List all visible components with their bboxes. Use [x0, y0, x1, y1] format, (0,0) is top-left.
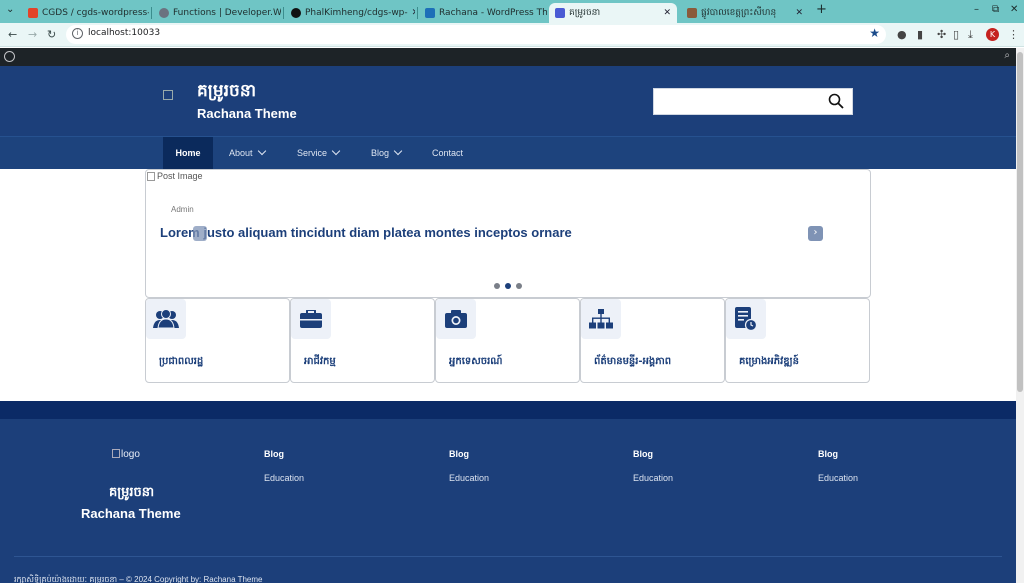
main-navigation [0, 136, 1016, 169]
users-icon [146, 299, 186, 339]
slider-next-button[interactable]: › [808, 226, 823, 241]
wordpress-logo-icon[interactable] [4, 51, 15, 62]
service-card-label: ព័ត៌មានមន្ទីរ-អង្គភាព [594, 356, 672, 367]
broken-image-icon [112, 449, 120, 458]
browser-tab-6[interactable]: ផ្លូវបាលខេត្តព្រះសីហនុ ✕ [681, 3, 809, 23]
browser-tab-2[interactable]: Functions | Developer.W ✕ [153, 3, 281, 23]
service-card-label: គម្រោងអភិវឌ្ឍន៍ [739, 356, 799, 367]
chevron-right-icon: › [813, 227, 818, 238]
close-window-icon[interactable]: ✕ [1010, 4, 1018, 15]
footer-column-title: Blog [264, 449, 284, 459]
chevron-down-icon [331, 146, 341, 156]
nav-item-home[interactable]: Home [163, 137, 213, 169]
nav-item-service[interactable]: Service [297, 137, 341, 169]
gitlab-icon [28, 8, 38, 18]
service-card-business[interactable]: អាជីវកម្ម [290, 298, 435, 383]
footer-link-education[interactable]: Education [449, 473, 489, 483]
nav-item-blog[interactable]: Blog [371, 137, 403, 169]
site-favicon-icon [687, 8, 697, 18]
broken-image-icon [147, 171, 155, 181]
extensions-puzzle-icon[interactable]: ✣ [937, 28, 946, 41]
browser-tab-1[interactable]: CGDS / cgds-wordpress- ✕ [22, 3, 149, 23]
footer-link-education[interactable]: Education [818, 473, 858, 483]
site-title-khmer[interactable]: គម្រូរចនា [197, 80, 256, 105]
service-card-citizens[interactable]: ប្រជាពលរដ្ឋ [145, 298, 290, 383]
service-card-projects[interactable]: គម្រោងអភិវឌ្ឍន៍ [725, 298, 870, 383]
footer-logo-broken-image[interactable]: logo [112, 449, 140, 460]
address-bar[interactable]: i localhost:10033 ★ [66, 25, 886, 44]
minimize-icon[interactable]: – [974, 4, 979, 15]
back-icon[interactable]: ← [8, 28, 17, 41]
footer-top-bar [0, 401, 1016, 419]
close-tab-icon[interactable]: ✕ [795, 8, 803, 18]
footer-column-title: Blog [818, 449, 838, 459]
wordpress-icon [159, 8, 169, 18]
footer-column-title: Blog [633, 449, 653, 459]
close-tab-icon[interactable]: ✕ [412, 8, 415, 18]
site-header [0, 66, 1016, 136]
briefcase-icon [291, 299, 331, 339]
forward-icon[interactable]: → [28, 28, 37, 41]
nav-item-contact[interactable]: Contact [432, 137, 463, 169]
sitemap-icon [581, 299, 621, 339]
url-text: localhost:10033 [88, 28, 161, 38]
sidebar-icon[interactable]: ▯ [953, 28, 959, 41]
browser-tab-5-active[interactable]: គម្រូរចនា ✕ [549, 3, 677, 23]
nav-item-about[interactable]: About [229, 137, 266, 169]
footer-link-education[interactable]: Education [264, 473, 304, 483]
footer-site-name: Rachana Theme [81, 506, 181, 521]
new-tab-icon[interactable]: + [816, 2, 827, 17]
slider-prev-button[interactable] [193, 226, 207, 241]
tab-search-icon[interactable]: ⌄ [6, 4, 14, 15]
camera-icon [436, 299, 476, 339]
scrollbar-thumb[interactable] [1017, 52, 1023, 392]
site-name[interactable]: Rachana Theme [197, 106, 297, 121]
chevron-down-icon [257, 146, 266, 156]
search-icon[interactable] [828, 93, 844, 109]
close-tab-icon[interactable]: ✕ [663, 8, 671, 18]
page-scrollbar[interactable] [1016, 48, 1024, 583]
post-title[interactable]: Lorem justo aliquam tincidunt diam plate… [160, 225, 572, 240]
browser-tab-4[interactable]: Rachana - WordPress Th ✕ [419, 3, 547, 23]
post-image-broken[interactable]: Post Image [147, 171, 203, 181]
footer-link-education[interactable]: Education [633, 473, 673, 483]
browser-menu-icon[interactable]: ⋮ [1008, 28, 1019, 41]
footer-site-title-khmer: គម្រូរចនា [109, 485, 155, 500]
github-icon [291, 8, 301, 18]
wp-admin-bar: ⌕ [0, 48, 1016, 66]
footer-copyright: រក្សាសិទ្ធិគ្រប់យ៉ាងដោយៈ គម្រូរចនា – © 2… [14, 575, 263, 583]
footer-column-title: Blog [449, 449, 469, 459]
service-card-tourists[interactable]: អ្នកទេសចរណ៍ [435, 298, 580, 383]
profile-avatar[interactable]: K [986, 28, 999, 41]
site-info-icon[interactable]: i [72, 28, 83, 39]
theme-icon [425, 8, 435, 18]
reload-icon[interactable]: ↻ [47, 28, 56, 41]
search-input[interactable] [654, 89, 814, 114]
download-icon[interactable]: ⤓ [968, 28, 973, 42]
admin-search-icon[interactable]: ⌕ [1004, 50, 1010, 61]
extension-icon[interactable]: ● [897, 28, 907, 41]
slider-dot[interactable] [494, 283, 500, 289]
slider-dot-active[interactable] [505, 283, 511, 289]
site-logo-broken-image[interactable] [163, 90, 173, 100]
browser-tab-strip: ⌄ CGDS / cgds-wordpress- ✕ Functions | D… [0, 0, 1024, 23]
bookmark-star-icon[interactable]: ★ [869, 26, 880, 40]
search-form [653, 88, 853, 115]
post-author[interactable]: Admin [171, 205, 194, 214]
service-card-departments[interactable]: ព័ត៌មានមន្ទីរ-អង្គភាព [580, 298, 725, 383]
extension-icon[interactable]: ▮ [917, 28, 923, 41]
schedule-list-icon [726, 299, 766, 339]
service-card-label: អាជីវកម្ម [304, 356, 336, 367]
slider-dot[interactable] [516, 283, 522, 289]
browser-tab-3[interactable]: PhalKimheng/cdgs-wp- ✕ [285, 3, 415, 23]
restore-icon[interactable]: ⧉ [992, 4, 999, 15]
service-card-label: អ្នកទេសចរណ៍ [449, 356, 503, 367]
chevron-down-icon [393, 146, 403, 156]
site-favicon-icon [555, 8, 565, 18]
footer-divider [14, 556, 1002, 557]
service-card-label: ប្រជាពលរដ្ឋ [159, 356, 204, 367]
